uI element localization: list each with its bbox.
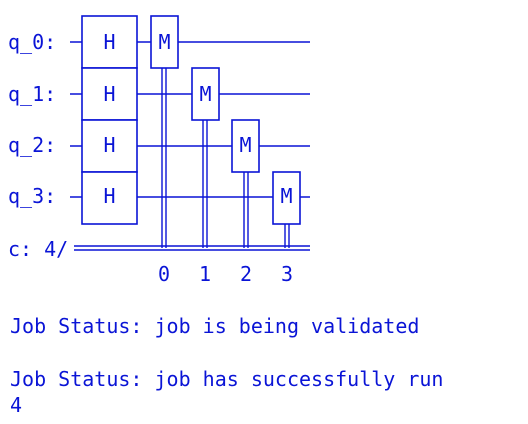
h-gate-label-q0: H (103, 30, 115, 54)
classical-wire (74, 245, 310, 251)
measure-gates (150, 15, 301, 225)
measure-label-q3: M (280, 184, 292, 208)
bit-index-1: 1 (199, 262, 211, 286)
job-status-done: Job Status: job has successfully run (10, 367, 444, 391)
classical-register-label: c: 4/ (8, 237, 68, 261)
measure-label-q1: M (199, 82, 211, 106)
measure-label-q0: M (158, 30, 170, 54)
measure-connectors (161, 68, 290, 248)
h-gate-label-q1: H (103, 82, 115, 106)
bit-index-0: 0 (158, 262, 170, 286)
qubit-label-q0: q_0: (8, 30, 56, 54)
quantum-circuit-diagram: q_0: q_1: q_2: q_3: c: 4/ H H H H M M M … (8, 15, 310, 286)
job-result: 4 (10, 393, 23, 417)
bit-index-3: 3 (281, 262, 293, 286)
qubit-label-q1: q_1: (8, 82, 56, 106)
bit-index-2: 2 (240, 262, 252, 286)
job-status-validating: Job Status: job is being validated (10, 314, 420, 338)
qubit-label-q3: q_3: (8, 184, 56, 208)
h-gate-label-q2: H (103, 133, 115, 157)
h-gate-label-q3: H (103, 184, 115, 208)
measure-label-q2: M (239, 133, 251, 157)
qubit-label-q2: q_2: (8, 133, 56, 157)
